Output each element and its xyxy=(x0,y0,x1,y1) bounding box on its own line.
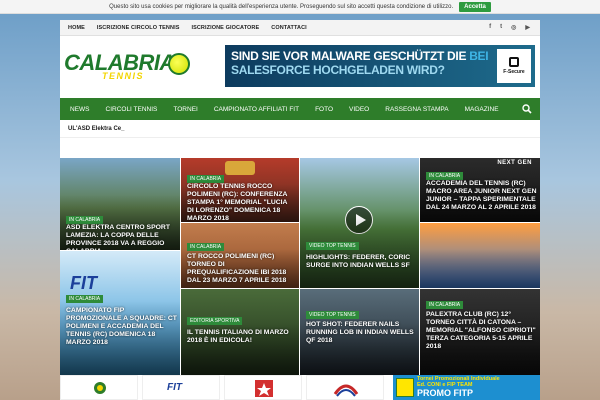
nav-news[interactable]: NEWS xyxy=(60,106,98,113)
nav-circoli-tennis[interactable]: CIRCOLI TENNIS xyxy=(98,106,166,113)
tennis-ball-icon xyxy=(168,53,190,75)
featured-article[interactable]: EDITORIA SPORTIVA IL TENNIS ITALIANO DI … xyxy=(181,289,299,375)
category-badge[interactable]: IN CALABRIA xyxy=(426,301,464,309)
article-title[interactable]: HIGHLIGHTS: FEDERER, CORIC SURGE INTO IN… xyxy=(306,254,414,270)
cookie-accept-button[interactable]: Accetta xyxy=(459,1,491,12)
facebook-icon[interactable]: f xyxy=(489,24,491,31)
category-badge[interactable]: IN CALABRIA xyxy=(187,243,225,251)
ticker-text[interactable]: UL'ASD Elektra Ce_ xyxy=(68,126,124,132)
sponsor-banners: FIT Tornei Promozionali Individuale Ed. … xyxy=(60,375,540,400)
cookie-message: Questo sito usa cookies per migliorare l… xyxy=(109,3,454,10)
nav-rassegna-stampa[interactable]: RASSEGNA STAMPA xyxy=(377,106,456,113)
nav-tornei[interactable]: TORNEI xyxy=(165,106,205,113)
promo-logo-icon xyxy=(396,378,414,397)
featured-article[interactable]: FIT IN CALABRIA CAMPIONATO FIP PROMOZION… xyxy=(60,251,180,375)
instagram-icon[interactable]: ◎ xyxy=(511,24,516,31)
category-badge[interactable]: IN CALABRIA xyxy=(187,175,225,183)
article-title[interactable]: ACCADEMIA DEL TENNIS (RC) MACRO AREA JUN… xyxy=(426,180,538,212)
advertisement-banner[interactable]: SIND SIE VOR MALWARE GESCHÜTZT DIE BEI S… xyxy=(225,45,535,87)
category-badge[interactable]: IN CALABRIA xyxy=(66,216,104,224)
featured-article[interactable]: IN CALABRIA ASD ELEKTRA CENTRO SPORT LAM… xyxy=(60,158,180,250)
featured-image[interactable] xyxy=(420,223,540,288)
sponsor-logo-icon xyxy=(333,384,359,397)
featured-article[interactable]: IN CALABRIA CT ROCCO POLIMENI (RC) TORNE… xyxy=(181,223,299,288)
page-container: HOME ISCRIZIONE CIRCOLO TENNIS ISCRIZION… xyxy=(60,20,540,400)
category-badge[interactable]: IN CALABRIA xyxy=(66,295,104,303)
nav-magazine[interactable]: MAGAZINE xyxy=(457,106,507,113)
site-logo[interactable]: CALABRIA TENNIS xyxy=(64,52,190,84)
article-title[interactable]: IL TENNIS ITALIANO DI MARZO 2018 È IN ED… xyxy=(187,329,297,345)
top-bar: HOME ISCRIZIONE CIRCOLO TENNIS ISCRIZION… xyxy=(60,20,540,36)
sponsor-logo-icon xyxy=(94,382,106,394)
club-crest-image xyxy=(225,161,255,175)
article-title[interactable]: HOT SHOT: FEDERER NAILS RUNNING LOB IN I… xyxy=(306,321,416,345)
nav-campionato-affiliati[interactable]: CAMPIONATO AFFILIATI FIT xyxy=(206,106,307,113)
nav-video[interactable]: VIDEO xyxy=(341,106,377,113)
featured-article[interactable]: NEXT GEN IN CALABRIA ACCADEMIA DEL TENNI… xyxy=(420,158,540,222)
sponsor-banner[interactable] xyxy=(224,375,302,400)
featured-article[interactable]: IN CALABRIA PALEXTRA CLUB (RC) 12° TORNE… xyxy=(420,289,540,375)
article-title[interactable]: CT ROCCO POLIMENI (RC) TORNEO DI PREQUAL… xyxy=(187,253,297,285)
ad-brand-logo: F-Secure xyxy=(497,49,531,83)
nav-foto[interactable]: FOTO xyxy=(307,106,341,113)
featured-grid: IN CALABRIA ASD ELEKTRA CENTRO SPORT LAM… xyxy=(60,158,540,375)
sponsor-logo-icon xyxy=(255,380,273,397)
toplink-home[interactable]: HOME xyxy=(62,25,91,31)
youtube-icon[interactable]: ▶ xyxy=(525,24,530,31)
twitter-icon[interactable]: t xyxy=(500,24,502,31)
article-title[interactable]: CIRCOLO TENNIS ROCCO POLIMENI (RC): CONF… xyxy=(187,183,295,222)
site-header: CALABRIA TENNIS SIND SIE VOR MALWARE GES… xyxy=(60,36,540,98)
sponsor-banner[interactable] xyxy=(306,375,384,400)
toplink-iscrizione-circolo[interactable]: ISCRIZIONE CIRCOLO TENNIS xyxy=(91,25,186,31)
toplink-iscrizione-giocatore[interactable]: ISCRIZIONE GIOCATORE xyxy=(185,25,265,31)
category-badge[interactable]: VIDEO TOP TENNIS xyxy=(306,311,359,319)
next-gen-logo: NEXT GEN xyxy=(497,160,532,166)
category-badge[interactable]: IN CALABRIA xyxy=(426,172,464,180)
sponsor-banner[interactable] xyxy=(60,375,138,400)
featured-article[interactable]: IN CALABRIA CIRCOLO TENNIS ROCCO POLIMEN… xyxy=(181,158,299,222)
category-badge[interactable]: VIDEO TOP TENNIS xyxy=(306,242,359,250)
category-badge[interactable]: EDITORIA SPORTIVA xyxy=(187,317,243,325)
ad-headline-1: SIND SIE VOR MALWARE GESCHÜTZT DIE BEI xyxy=(231,49,489,63)
promo-title: PROMO FITP xyxy=(417,388,473,398)
main-nav: NEWS CIRCOLI TENNIS TORNEI CAMPIONATO AF… xyxy=(60,98,540,120)
fit-banner-logo: FIT xyxy=(167,382,182,393)
toplink-contattaci[interactable]: CONTATTACI xyxy=(265,25,313,31)
promo-banner[interactable]: Tornei Promozionali Individuale Ed. CONI… xyxy=(393,375,540,400)
article-title[interactable]: CAMPIONATO FIP PROMOZIONALE A SQUADRE: C… xyxy=(66,307,178,347)
featured-video[interactable]: VIDEO TOP TENNIS HIGHLIGHTS: FEDERER, CO… xyxy=(300,158,419,288)
search-icon[interactable] xyxy=(522,104,532,114)
ad-brand-label: F-Secure xyxy=(503,69,525,75)
featured-video[interactable]: VIDEO TOP TENNIS HOT SHOT: FEDERER NAILS… xyxy=(300,289,419,375)
article-title[interactable]: PALEXTRA CLUB (RC) 12° TORNEO CITTÀ DI C… xyxy=(426,311,538,351)
news-ticker: UL'ASD Elektra Ce_ xyxy=(60,120,540,138)
social-links: f t ◎ ▶ xyxy=(489,24,540,31)
cookie-bar: Questo sito usa cookies per migliorare l… xyxy=(0,0,600,14)
logo-sub-text: TENNIS xyxy=(102,71,145,81)
fsecure-mark-icon xyxy=(509,57,519,67)
article-title[interactable]: ASD ELEKTRA CENTRO SPORT LAMEZIA: LA COP… xyxy=(66,224,176,250)
ad-headline-2: SALESFORCE HOCHGELADEN WIRD? xyxy=(231,63,445,77)
fit-logo: FIT xyxy=(70,273,97,293)
sponsor-banner-fit[interactable]: FIT xyxy=(142,375,220,400)
